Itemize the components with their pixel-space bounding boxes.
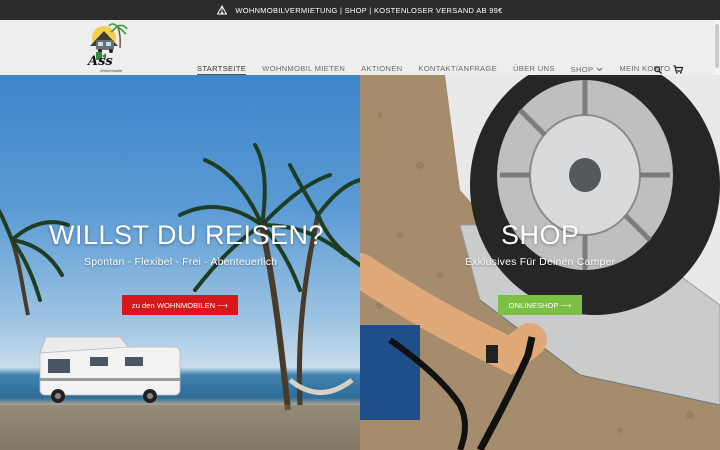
nav-item-startseite[interactable]: STARTSEITE xyxy=(197,64,247,75)
tent-icon xyxy=(217,5,228,15)
hero-left-title: WILLST DU REISEN? xyxy=(49,220,325,250)
nav-item-shop[interactable]: SHOP xyxy=(571,64,604,75)
nav-item-shop-label: SHOP xyxy=(570,65,594,74)
nav-item-wohnmobil-mieten[interactable]: WOHNMOBIL MIETEN xyxy=(262,64,345,75)
cart-icon[interactable] xyxy=(673,65,683,74)
nav-item-kontakt-anfrage[interactable]: KONTAKT/ANFRAGE xyxy=(418,64,497,75)
announcement-text: WOHNMOBILVERMIETUNG | SHOP | KOSTENLOSER… xyxy=(235,5,503,15)
hero-travel-panel: WILLST DU REISEN? Spontan - Flexibel - F… xyxy=(0,75,360,450)
chevron-down-icon xyxy=(597,67,603,72)
announcement-bar: WOHNMOBILVERMIETUNG | SHOP | KOSTENLOSER… xyxy=(0,0,720,20)
scrollbar-thumb[interactable] xyxy=(715,24,719,68)
hero-right-subtitle: Exklusives Für Deinen Camper xyxy=(465,256,616,268)
main-nav: STARTSEITE WOHNMOBIL MIETEN AKTIONEN KON… xyxy=(197,64,686,75)
search-icon[interactable] xyxy=(654,66,662,74)
wohnmobile-button[interactable]: zu den WOHNMOBILEN ⟶ xyxy=(122,295,238,315)
nav-item-ueber-uns[interactable]: ÜBER UNS xyxy=(513,64,555,75)
hero-right-title: SHOP xyxy=(501,220,580,250)
onlineshop-button[interactable]: ONLINESHOP ⟶ xyxy=(498,295,582,315)
logo-subtext: Wohnmobile xyxy=(100,68,123,73)
hero-shop-panel: SHOP Exklusives Für Deinen Camper ONLINE… xyxy=(360,75,720,450)
logo-text: Ass xyxy=(88,54,113,69)
nav-item-aktionen[interactable]: AKTIONEN xyxy=(361,64,402,75)
nav-item-mein-konto[interactable]: MEIN KONTO xyxy=(619,64,670,75)
hero-left-subtitle: Spontan - Flexibel - Frei - Abenteuerlic… xyxy=(84,256,278,268)
